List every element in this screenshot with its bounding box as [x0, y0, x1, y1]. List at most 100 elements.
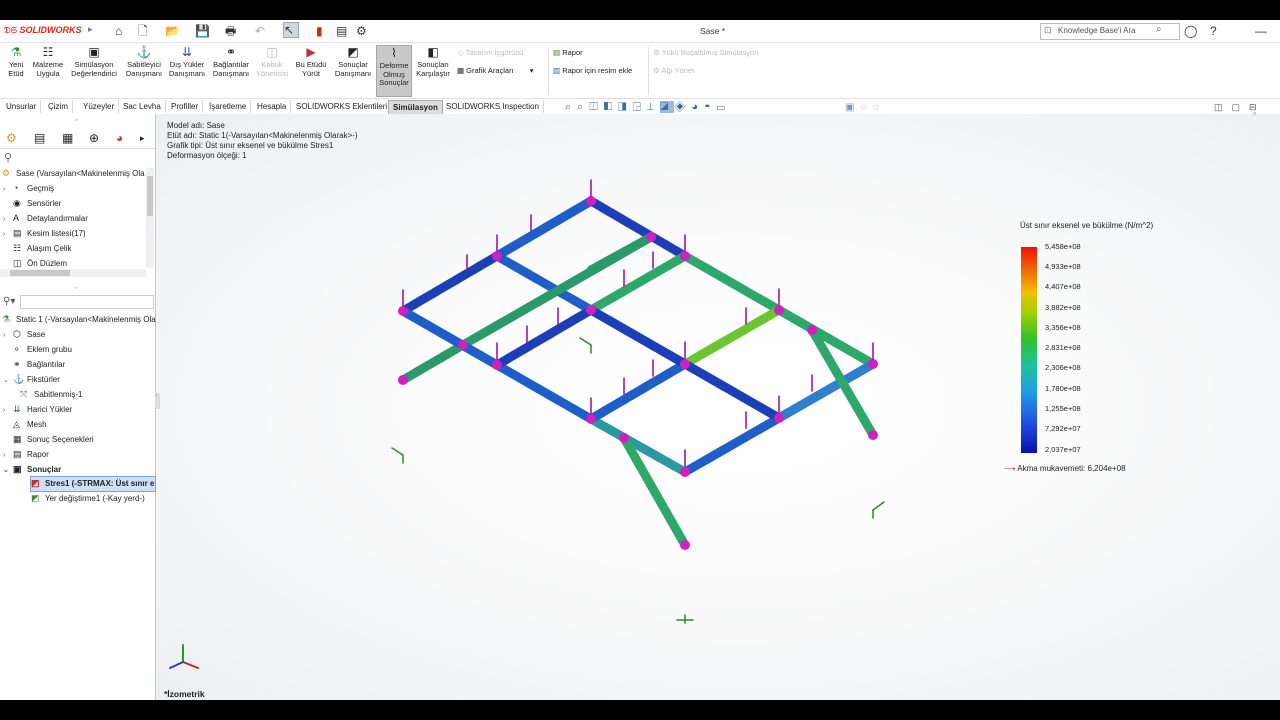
options-gear-icon[interactable]: ⚙	[356, 24, 367, 38]
config-tab-icon[interactable]: ▦	[62, 131, 73, 145]
display-tab-icon[interactable]: ◕	[116, 131, 123, 145]
view-settings-icon[interactable]: ▭	[717, 101, 731, 113]
sim-item-baglantilar[interactable]: ⚭ Bağlantılar	[3, 358, 65, 371]
save-icon[interactable]: 💾	[195, 24, 210, 38]
shaded-icon[interactable]: ◪	[659, 101, 675, 113]
open-icon[interactable]: 📂	[165, 24, 180, 38]
report-button[interactable]: ▤ Rapor	[553, 48, 583, 57]
tile-icon[interactable]: ▢	[1232, 102, 1250, 112]
add-image-button[interactable]: ▨ Rapor için resim ekle	[553, 66, 632, 75]
tab-simulasyon[interactable]: Simülasyon	[388, 100, 443, 114]
compare-results-button[interactable]: ◧ Sonuçları Karşılaştır	[414, 45, 452, 78]
sim-item-harici-yukler[interactable]: › ⇊ Harici Yükler	[3, 403, 72, 416]
ambient-icon[interactable]: ◌	[872, 102, 884, 113]
tree-root-sase[interactable]: ⚙ Sase (Varsayılan<Makinelenmiş Ola	[2, 167, 145, 180]
close-doc-icon[interactable]: ⊟	[1249, 102, 1266, 112]
edit-appearance-icon[interactable]: ◕	[691, 101, 704, 113]
tree-hscrollbar[interactable]	[0, 269, 146, 277]
tab-yuzeyler[interactable]: Yüzeyler	[79, 100, 120, 113]
tab-cizim[interactable]: Çizim	[44, 100, 73, 113]
results-advisor-button[interactable]: ◩ Sonuçlar Danışmanı	[333, 45, 373, 78]
undo-icon[interactable]: ↶	[255, 24, 265, 38]
tab-sac-levha[interactable]: Sac Levha	[119, 100, 166, 113]
run-study-button[interactable]: ▶ Bu Etüdü Yürüt	[293, 45, 329, 78]
solidworks-logo[interactable]: 𝔇𝔖 SOLIDWORKS	[4, 25, 82, 36]
tree-item-alasim-celik[interactable]: ☷ Alaşım Çelik	[3, 242, 71, 255]
panel-splitter-icon[interactable]: ◦	[75, 285, 77, 292]
select-icon[interactable]: ↖	[283, 22, 299, 38]
sim-evaluator-button[interactable]: ▣ Simülasyon Değerlendirici	[68, 45, 120, 78]
file-props-icon[interactable]: ▤	[336, 24, 347, 38]
zoom-to-fit-icon[interactable]: ⌕	[565, 101, 577, 113]
apply-material-button[interactable]: ☷ Malzeme Uygula	[31, 45, 65, 78]
sim-item-rapor[interactable]: › ▤ Rapor	[3, 448, 49, 461]
home-icon[interactable]: ⌂	[115, 24, 122, 38]
shadows-icon[interactable]: ◌	[860, 102, 872, 113]
rebuild-icon[interactable]: ▮	[316, 24, 323, 38]
more-tabs-icon[interactable]: ▸	[140, 133, 145, 144]
sim-item-sabitlenmis[interactable]: ⤧ Sabitlenmiş-1	[20, 388, 82, 401]
tab-profiller[interactable]: Profiller	[167, 100, 204, 113]
zoom-area-icon[interactable]: ⌕	[577, 101, 589, 113]
minimize-icon[interactable]: —	[1255, 24, 1267, 38]
task-pane-icon[interactable]: ▫	[1253, 108, 1256, 118]
sim-filter-input[interactable]	[20, 295, 154, 309]
panel-collapse-handle[interactable]: ‹	[155, 393, 160, 409]
graphics-area[interactable]: Model adı: Sase Etüt adı: Static 1(-Vars…	[156, 114, 1280, 700]
plot-tools-dropdown-icon[interactable]: ▾	[530, 66, 534, 75]
panel-splitter-icon[interactable]: ◦	[75, 117, 77, 124]
previous-view-icon[interactable]: ◫	[589, 101, 603, 113]
shell-manager-button[interactable]: ◫ Kabuk Yöneticisi	[255, 45, 289, 78]
tree-vscrollbar[interactable]	[146, 168, 154, 268]
hide-show-icon[interactable]: ◈	[674, 101, 691, 113]
sim-item-sase[interactable]: › ⬡ Sase	[3, 328, 45, 341]
print-icon[interactable]: 🖶	[225, 24, 236, 38]
fixtures-advisor-button[interactable]: ⚓ Sabitleyici Danışmanı	[124, 45, 164, 78]
sim-item-eklem-grubu[interactable]: ⚬ Eklem grubu	[3, 343, 72, 356]
sim-item-mesh[interactable]: ◬ Mesh	[3, 418, 47, 431]
display-style-icon[interactable]: ⊥	[647, 101, 660, 113]
sim-item-sonuc-secenekleri[interactable]: ▦ Sonuç Seçenekleri	[3, 433, 94, 446]
section-view-icon[interactable]: ◧	[604, 101, 618, 113]
tab-hesapla[interactable]: Hesapla	[253, 100, 292, 113]
deformed-results-button[interactable]: ⌇ Deforme Olmuş Sonuçlar	[376, 45, 412, 97]
sim-item-yer-degistirme[interactable]: ◩ Yer değiştirme1 (-Kay yerd-)	[31, 492, 145, 505]
plot-tools-button[interactable]: ▦ Grafik Araçları ▾	[457, 66, 534, 75]
design-insight-button[interactable]: ◇ Tasarım İçgörüsü	[458, 48, 523, 57]
tab-eklentiler[interactable]: SOLIDWORKS Eklentileri	[292, 100, 393, 113]
frame-model-svg[interactable]	[156, 114, 1280, 700]
menu-chevron-icon[interactable]: ▸	[88, 24, 93, 35]
search-icon[interactable]: ⌕	[1156, 24, 1162, 35]
dynamic-annotation-icon[interactable]: ◨	[618, 101, 632, 113]
sim-item-stres1[interactable]: ◩ Stres1 (-STRMAX: Üst sınır e	[30, 476, 156, 492]
dimxpert-tab-icon[interactable]: ⊕	[89, 131, 99, 145]
connections-advisor-button[interactable]: ⚭ Bağlantılar Danışmanı	[210, 45, 252, 78]
search-input[interactable]: Knowledge Base'i Ara	[1058, 26, 1136, 35]
view-orientation-icon[interactable]: ◲	[632, 101, 646, 113]
tab-inspection[interactable]: SOLIDWORKS Inspection	[442, 100, 544, 113]
sim-filter-icon[interactable]: ⚲▾	[3, 296, 15, 307]
help-icon[interactable]: ?	[1210, 24, 1217, 38]
load-sim-button[interactable]: ⚙ Yükü Boşaltılmış Simülasyon	[653, 48, 758, 57]
tree-item-sensorler[interactable]: ◉ Sensörler	[3, 197, 61, 210]
feature-tree-tab-icon[interactable]: ⚙	[6, 131, 17, 145]
tree-item-detaylandirmalar[interactable]: › A Detaylandırmalar	[3, 212, 88, 225]
property-tab-icon[interactable]: ▤	[34, 131, 45, 145]
new-study-button[interactable]: ⚗ Yeni Etüd	[3, 45, 29, 78]
realview-icon[interactable]: ▣	[845, 102, 860, 113]
search-box[interactable]: ⊡ Knowledge Base'i Ara ⌕	[1040, 23, 1180, 40]
restore-icon[interactable]: ◫	[1214, 102, 1232, 112]
account-icon[interactable]: ◯	[1184, 24, 1197, 38]
sim-item-sonuclar[interactable]: ⌄ ▣ Sonuçlar	[3, 463, 61, 476]
external-loads-button[interactable]: ⇊ Dış Yükler Danışmanı	[167, 45, 207, 78]
tab-unsurlar[interactable]: Unsurlar	[2, 100, 42, 113]
manage-network-button[interactable]: ⚙ Ağı Yönet	[653, 66, 694, 75]
tree-item-gecmis[interactable]: › ◔ Geçmiş	[3, 182, 54, 195]
sim-tree-root[interactable]: ⚗ Static 1 (-Varsayılan<Makinelenmiş Ola	[2, 313, 156, 326]
apply-scene-icon[interactable]: ◓	[704, 101, 717, 113]
sim-item-fiksturler[interactable]: ⌄ ⚓ Fikstürler	[3, 373, 60, 386]
tab-isaretleme[interactable]: İşaretleme	[205, 100, 252, 113]
filter-icon[interactable]: ⚲	[4, 151, 12, 164]
tree-item-kesim-listesi[interactable]: › ▤ Kesim listesi(17)	[3, 227, 86, 240]
new-file-icon[interactable]: 🗋	[138, 24, 148, 38]
